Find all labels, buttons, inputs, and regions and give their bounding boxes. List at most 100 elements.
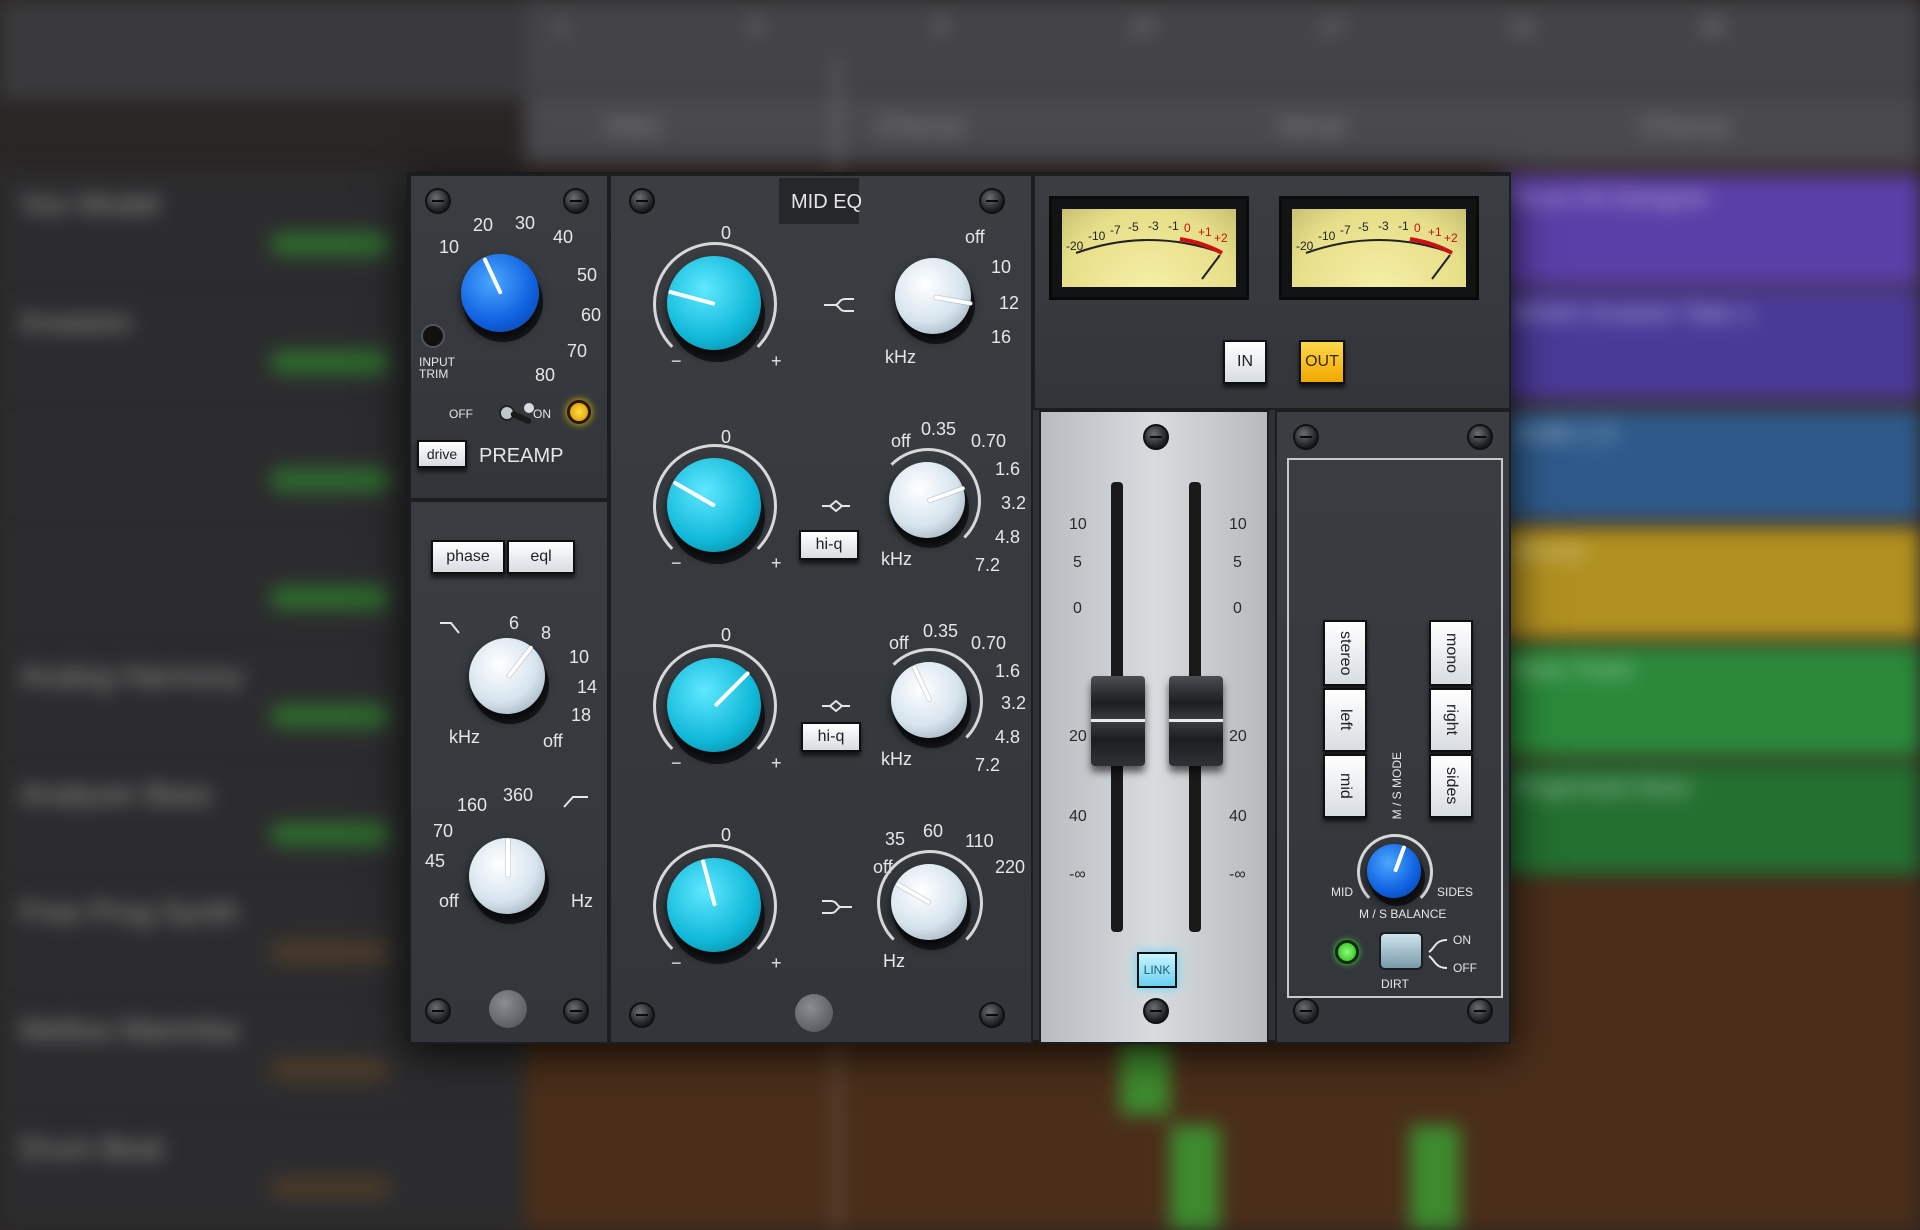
- input-trim-label: INPUT TRIM: [419, 355, 455, 381]
- volume-slider[interactable]: [270, 704, 390, 728]
- phase-button[interactable]: phase: [431, 540, 505, 574]
- screw: [629, 188, 655, 214]
- band4-freq-label: 35: [885, 829, 906, 849]
- volume-slider[interactable]: [270, 822, 390, 846]
- band3-freq-knob[interactable]: [877, 648, 983, 754]
- region[interactable]: Drums: [1500, 528, 1920, 638]
- ruler-number: 5: [750, 14, 763, 39]
- input-trim-knob[interactable]: [421, 324, 445, 348]
- band1-unit-label: kHz: [885, 347, 916, 367]
- eql-button[interactable]: eql: [507, 540, 575, 574]
- band4-gain-knob[interactable]: [653, 844, 777, 968]
- volume-slider[interactable]: [270, 232, 390, 256]
- output-fader-module: 10 5 0 20 40 -∞ 10 5 0 20 40 -∞ LINK: [1039, 410, 1269, 1044]
- band4-freq-label: 60: [923, 821, 944, 841]
- gain-zero-label: 0: [721, 625, 732, 645]
- stereo-button[interactable]: stereo: [1323, 620, 1367, 686]
- left-button[interactable]: left: [1323, 688, 1367, 752]
- link-button[interactable]: LINK: [1137, 952, 1177, 988]
- marker-verse[interactable]: Verse: [1275, 110, 1347, 142]
- gain-minus-label: −: [671, 953, 682, 973]
- gain-minus-label: −: [671, 553, 682, 573]
- ms-balance-knob[interactable]: [1357, 834, 1433, 910]
- band3-hiq-button[interactable]: hi-q: [801, 722, 861, 752]
- marker-intro[interactable]: Intro: [605, 110, 661, 142]
- output-fader-right[interactable]: [1169, 676, 1223, 766]
- vu-scale-label: -20: [1066, 239, 1084, 253]
- band4-unit-label: Hz: [883, 951, 905, 971]
- band4-freq-knob[interactable]: [877, 850, 983, 956]
- band1-freq-label: off: [965, 227, 985, 247]
- gain-zero-label: 0: [721, 427, 732, 447]
- band3-freq-label: 3.2: [1001, 693, 1027, 713]
- volume-slider[interactable]: [270, 1058, 390, 1082]
- track-name: Mellow Marimba: [20, 1014, 239, 1047]
- lpf-knob[interactable]: [469, 838, 549, 924]
- band2-unit-label: kHz: [881, 549, 912, 569]
- vu-scale-label: -5: [1358, 220, 1369, 234]
- region[interactable]: British Invasion Take 1: [1500, 290, 1920, 400]
- drum-hit[interactable]: [1410, 1125, 1460, 1230]
- drum-hit[interactable]: [1120, 1040, 1170, 1115]
- band2-hiq-button[interactable]: hi-q: [799, 530, 859, 560]
- track-header[interactable]: Drum Beat: [0, 1114, 525, 1230]
- sides-button[interactable]: sides: [1429, 754, 1473, 818]
- band3-unit-label: kHz: [881, 749, 912, 769]
- output-fader-left[interactable]: [1091, 676, 1145, 766]
- band3-gain-knob[interactable]: [653, 644, 777, 768]
- volume-slider[interactable]: [270, 468, 390, 492]
- lpf-scale-label: off: [439, 891, 459, 911]
- fader-scale-label: 10: [1229, 516, 1247, 533]
- marker-chorus[interactable]: Chorus: [1640, 110, 1730, 142]
- high-pass-icon: [439, 620, 461, 634]
- dirt-switch[interactable]: [1379, 932, 1423, 970]
- input-scale-label: 20: [473, 215, 494, 235]
- hpf-scale-label: 14: [577, 677, 598, 697]
- screw: [1143, 424, 1169, 450]
- volume-slider[interactable]: [270, 940, 390, 964]
- region[interactable]: Audio 1.5: [1500, 410, 1920, 520]
- mono-button[interactable]: mono: [1429, 620, 1473, 686]
- module-release-icon: [489, 990, 527, 1028]
- vu-scale-label: +1: [1198, 225, 1212, 239]
- ruler-number: 9: [935, 14, 948, 39]
- hpf-scale-label: 8: [541, 623, 552, 643]
- volume-slider[interactable]: [270, 1176, 390, 1200]
- screw: [425, 188, 451, 214]
- band4-freq-label: 220: [995, 857, 1026, 877]
- volume-slider[interactable]: [270, 350, 390, 374]
- region[interactable]: Fingerstyle Bass: [1500, 764, 1920, 874]
- right-button[interactable]: right: [1429, 688, 1473, 752]
- mid-button[interactable]: mid: [1323, 754, 1367, 818]
- vu-scale-label: -20: [1296, 239, 1314, 253]
- input-scale-label: 40: [553, 227, 574, 247]
- band4-freq-label: 110: [965, 831, 994, 851]
- ruler-number: 13: [1130, 14, 1155, 39]
- lpf-scale-label: 70: [433, 821, 454, 841]
- drum-hit[interactable]: [1170, 1125, 1220, 1230]
- mid-eq-title: MID EQ: [791, 191, 863, 213]
- region[interactable]: Drum Kit Designer: [1500, 175, 1920, 285]
- input-gain-knob[interactable]: [461, 254, 543, 342]
- band2-freq-knob[interactable]: [875, 448, 981, 554]
- screw: [563, 188, 589, 214]
- meter-out-button[interactable]: OUT: [1299, 340, 1345, 384]
- marker-chorus[interactable]: Chorus: [875, 110, 965, 142]
- region[interactable]: Bass Track: [1500, 646, 1920, 756]
- vu-scale-label: -10: [1318, 229, 1336, 243]
- band2-freq-label: 7.2: [975, 555, 1001, 575]
- drive-button[interactable]: drive: [417, 440, 467, 468]
- band1-freq-knob[interactable]: [895, 258, 975, 344]
- screw: [1467, 998, 1493, 1024]
- input-scale-label: 80: [535, 365, 556, 385]
- band1-gain-knob[interactable]: [653, 242, 777, 366]
- volume-slider[interactable]: [270, 586, 390, 610]
- lpf-unit-label: Hz: [571, 891, 593, 911]
- meter-in-button[interactable]: IN: [1223, 340, 1267, 384]
- hpf-knob[interactable]: [469, 638, 549, 724]
- band2-gain-knob[interactable]: [653, 444, 777, 568]
- fader-scale-label: 10: [1069, 516, 1087, 533]
- preamp-module: 10 20 30 40 50 60 70 80 INPUT TRIM OFF O…: [409, 174, 609, 500]
- eq-plugin-window: 10 20 30 40 50 60 70 80 INPUT TRIM OFF O…: [407, 172, 1511, 1044]
- band2-freq-label: 3.2: [1001, 493, 1027, 513]
